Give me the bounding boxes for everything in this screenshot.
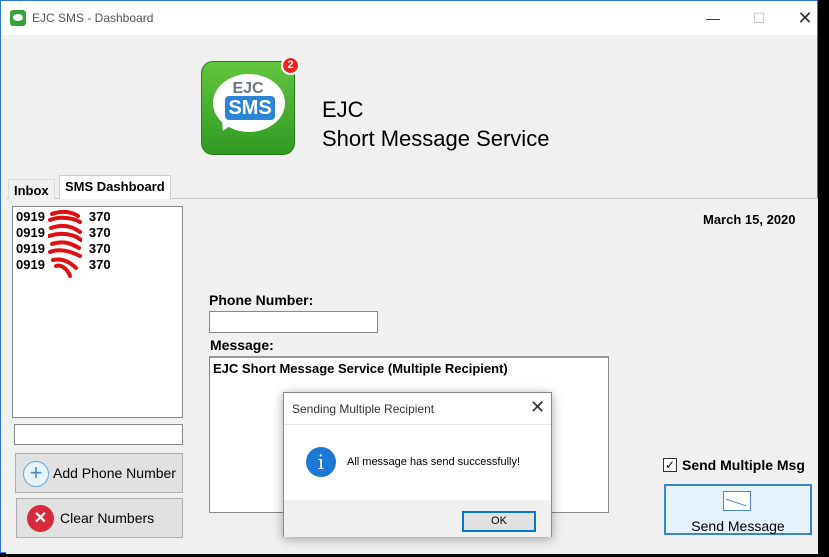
- list-item[interactable]: 0919 370: [16, 225, 179, 241]
- app-icon: [10, 10, 26, 26]
- message-label: Message:: [210, 337, 274, 353]
- sms-logo-icon: EJC SMS: [201, 61, 295, 155]
- app-heading: EJC: [322, 97, 364, 122]
- dialog-close-button[interactable]: ✕: [530, 397, 545, 418]
- send-multiple-label: Send Multiple Msg: [682, 457, 805, 473]
- title-bar: EJC SMS - Dashboard — ☐ ✕: [1, 1, 817, 35]
- info-icon: i: [306, 447, 336, 477]
- phone-number-label: Phone Number:: [209, 292, 314, 308]
- list-item[interactable]: 0919 370: [16, 209, 179, 225]
- envelope-icon: [723, 491, 751, 511]
- tab-sms-dashboard[interactable]: SMS Dashboard: [59, 175, 171, 199]
- maximize-button[interactable]: ☐: [745, 7, 773, 29]
- notification-badge: 2: [281, 56, 300, 75]
- add-phone-number-button[interactable]: + Add Phone Number: [15, 453, 183, 493]
- list-item[interactable]: 0919 370: [16, 241, 179, 257]
- tab-inbox[interactable]: Inbox: [8, 179, 55, 199]
- dialog-footer: OK: [284, 500, 551, 537]
- app-window: EJC SMS - Dashboard — ☐ ✕ EJC SMS 2 EJC …: [0, 0, 818, 554]
- logo-sms-text: SMS: [225, 96, 275, 120]
- clear-numbers-button[interactable]: ✕ Clear Numbers: [16, 498, 183, 538]
- phone-number-list[interactable]: 0919 370 0919 370 0919 370 0919 370: [12, 206, 183, 418]
- message-dialog: Sending Multiple Recipient ✕ i All messa…: [283, 392, 552, 537]
- dialog-title: Sending Multiple Recipient: [292, 402, 435, 416]
- minimize-button[interactable]: —: [699, 7, 727, 29]
- app-subheading: Short Message Service: [322, 126, 550, 151]
- close-icon: ✕: [27, 505, 54, 532]
- send-message-button[interactable]: Send Message: [664, 484, 812, 535]
- send-multiple-checkbox[interactable]: ✓: [663, 458, 677, 472]
- window-title: EJC SMS - Dashboard: [32, 11, 154, 25]
- ok-button[interactable]: OK: [462, 511, 536, 532]
- dialog-message: All message has send successfully!: [347, 456, 521, 468]
- number-entry-field[interactable]: [14, 424, 183, 445]
- close-button[interactable]: ✕: [791, 7, 819, 29]
- redaction-scribble: [48, 209, 82, 278]
- phone-number-field[interactable]: [209, 311, 378, 333]
- current-date: March 15, 2020: [703, 212, 796, 227]
- plus-icon: +: [23, 461, 49, 487]
- dialog-title-bar: Sending Multiple Recipient ✕: [284, 393, 551, 425]
- list-item[interactable]: 0919 370: [16, 257, 179, 273]
